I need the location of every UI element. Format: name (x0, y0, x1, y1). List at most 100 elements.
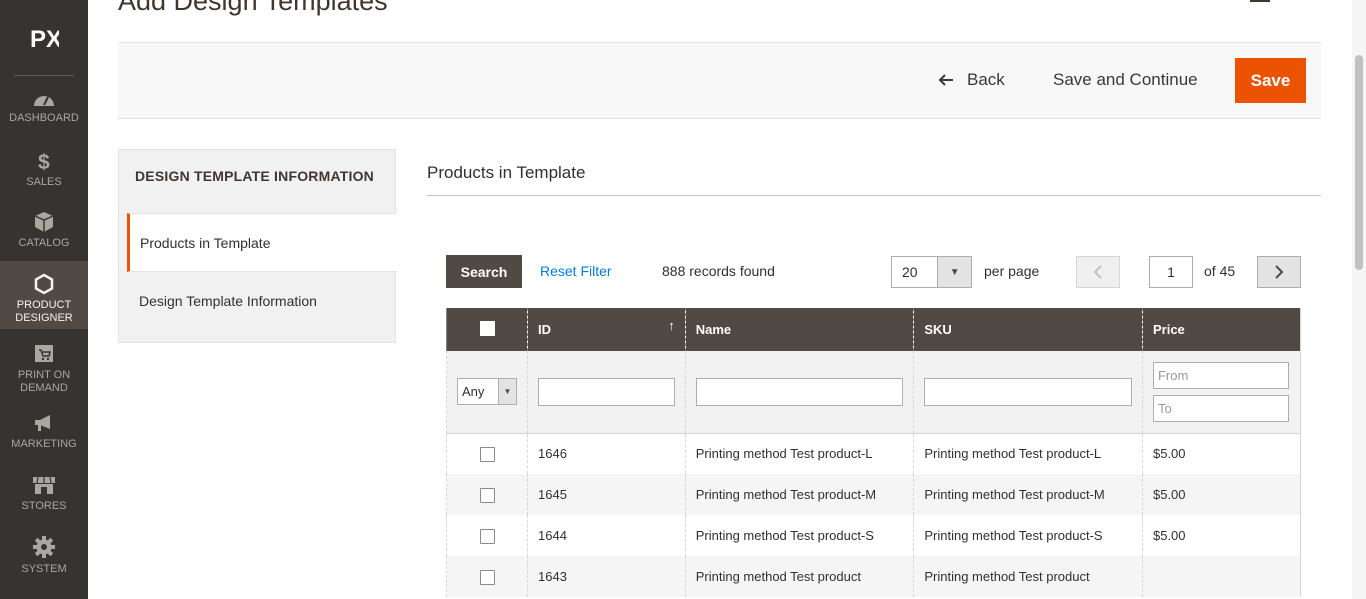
sidebar-item-label: STORES (21, 500, 67, 512)
filter-cell-price (1141, 351, 1302, 434)
arrow-left-icon (938, 74, 953, 86)
column-header-sku[interactable]: SKU (913, 308, 1143, 351)
previous-page-button[interactable] (1076, 256, 1120, 288)
row-checkbox[interactable] (479, 487, 495, 503)
cell-id: 1645 (527, 474, 686, 515)
dashboard-icon (34, 96, 54, 106)
per-page-select[interactable]: 20 ▼ (891, 256, 972, 288)
id-filter-input[interactable] (538, 377, 675, 406)
filter-cell-sku (913, 351, 1143, 434)
page-total: of 45 (1204, 263, 1236, 279)
in-template-filter-select[interactable]: Any ▼ (457, 378, 517, 406)
template-tabs: DESIGN TEMPLATE INFORMATION Products in … (118, 149, 397, 343)
products-grid: ID↑ Name SKU Price Any ▼ 1646 Pr (446, 308, 1302, 597)
tab-products-in-template[interactable]: Products in Template (127, 213, 397, 272)
cell-sku: Printing method Test product-S (913, 515, 1143, 556)
megaphone-icon (35, 415, 50, 431)
cell-price: $5.00 (1141, 515, 1302, 556)
filter-cell-name (684, 351, 914, 434)
page-scrollbar[interactable] (1352, 0, 1366, 599)
save-button[interactable]: Save (1235, 58, 1306, 103)
sidebar-item-label: PRINT ON DEMAND (17, 369, 71, 394)
sidebar-item-sales[interactable]: $ SALES (0, 150, 88, 198)
cell-sku: Printing method Test product-L (913, 433, 1143, 474)
sidebar-item-marketing[interactable]: MARKETING (0, 412, 88, 460)
per-page-value: 20 (902, 264, 918, 280)
name-filter-input[interactable] (695, 377, 904, 406)
row-select-cell (446, 433, 528, 474)
cell-price (1141, 556, 1302, 597)
table-row[interactable]: 1646 Printing method Test product-L Prin… (446, 433, 1302, 474)
row-checkbox[interactable] (479, 569, 495, 585)
column-label: SKU (924, 322, 952, 337)
section-title: Products in Template (427, 163, 586, 182)
sidebar-item-label: CATALOG (18, 237, 70, 249)
row-select-cell (446, 515, 528, 556)
sidebar-item-system[interactable]: SYSTEM (0, 535, 88, 583)
price-to-input[interactable] (1152, 394, 1289, 422)
row-select-cell (446, 556, 528, 597)
column-header-price[interactable]: Price (1141, 308, 1302, 351)
px-logo-icon: PX (30, 26, 59, 51)
sidebar-divider (14, 75, 74, 76)
table-header-row: ID ↑ Name SKU Price (446, 308, 1302, 351)
column-label: ID (538, 322, 551, 337)
chevron-down-icon[interactable]: ▼ (937, 257, 971, 287)
sidebar-item-dashboard[interactable]: DASHBOARD (0, 90, 88, 138)
row-checkbox[interactable] (479, 528, 495, 544)
select-all-checkbox[interactable] (479, 320, 495, 336)
chevron-down-icon[interactable]: ▼ (498, 379, 516, 405)
chevron-left-icon (1093, 265, 1102, 279)
save-and-continue-button[interactable]: Save and Continue (1053, 68, 1198, 92)
gear-icon (33, 536, 55, 558)
records-count: 888 records found (662, 263, 775, 279)
tab-design-template-information[interactable]: Design Template Information (139, 293, 317, 309)
back-button[interactable]: Back (937, 68, 1005, 92)
sidebar-item-product-designer[interactable]: PRODUCT DESIGNER (0, 261, 88, 329)
row-select-cell (446, 474, 528, 515)
filter-row: Any ▼ (446, 351, 1302, 434)
next-page-button[interactable] (1257, 256, 1301, 288)
cell-id: 1646 (527, 433, 686, 474)
filter-select-value: Any (462, 384, 485, 400)
sku-filter-input[interactable] (924, 377, 1132, 406)
menu-line-icon[interactable] (1250, 0, 1270, 2)
column-header-name[interactable]: Name (684, 308, 914, 351)
box-icon (34, 212, 54, 232)
logo[interactable]: PX (0, 0, 88, 76)
svg-text:PX: PX (30, 26, 59, 51)
cell-id: 1644 (527, 515, 686, 556)
sidebar-item-print-on-demand[interactable]: PRINT ON DEMAND (0, 343, 88, 395)
column-label: Name (695, 322, 732, 337)
hexagon-icon (34, 273, 54, 295)
sidebar-item-catalog[interactable]: CATALOG (0, 211, 88, 259)
page-number-input[interactable] (1149, 256, 1193, 288)
cell-price: $5.00 (1141, 474, 1302, 515)
page-title: Add Design Templates (118, 0, 388, 16)
back-label: Back (967, 70, 1005, 89)
sort-arrow-icon: ↑ (668, 318, 675, 333)
table-row[interactable]: 1643 Printing method Test product Printi… (446, 556, 1302, 597)
scrollbar-thumb[interactable] (1355, 55, 1363, 270)
section-divider (427, 195, 1321, 196)
dollar-icon: $ (38, 151, 50, 172)
search-button[interactable]: Search (446, 255, 522, 288)
row-checkbox[interactable] (479, 446, 495, 462)
table-row[interactable]: 1645 Printing method Test product-M Prin… (446, 474, 1302, 515)
sidebar-item-label: PRODUCT DESIGNER (15, 299, 73, 324)
reset-filter-link[interactable]: Reset Filter (540, 263, 612, 279)
sidebar-item-stores[interactable]: STORES (0, 474, 88, 522)
cell-id: 1643 (527, 556, 686, 597)
cell-sku: Printing method Test product-M (913, 474, 1143, 515)
store-icon (33, 476, 55, 494)
tabs-title: DESIGN TEMPLATE INFORMATION (135, 168, 374, 184)
sidebar-item-label: SALES (26, 176, 62, 188)
per-page-label: per page (984, 263, 1040, 279)
sidebar-item-label: DASHBOARD (9, 112, 79, 124)
svg-text:$: $ (38, 151, 50, 172)
cart-icon (35, 345, 53, 362)
price-from-input[interactable] (1152, 361, 1289, 389)
column-header-id[interactable]: ID ↑ (527, 308, 686, 351)
admin-sidebar: PX DASHBOARD $ SALES CATALOG PRODUCT DES… (0, 0, 88, 599)
table-row[interactable]: 1644 Printing method Test product-S Prin… (446, 515, 1302, 556)
